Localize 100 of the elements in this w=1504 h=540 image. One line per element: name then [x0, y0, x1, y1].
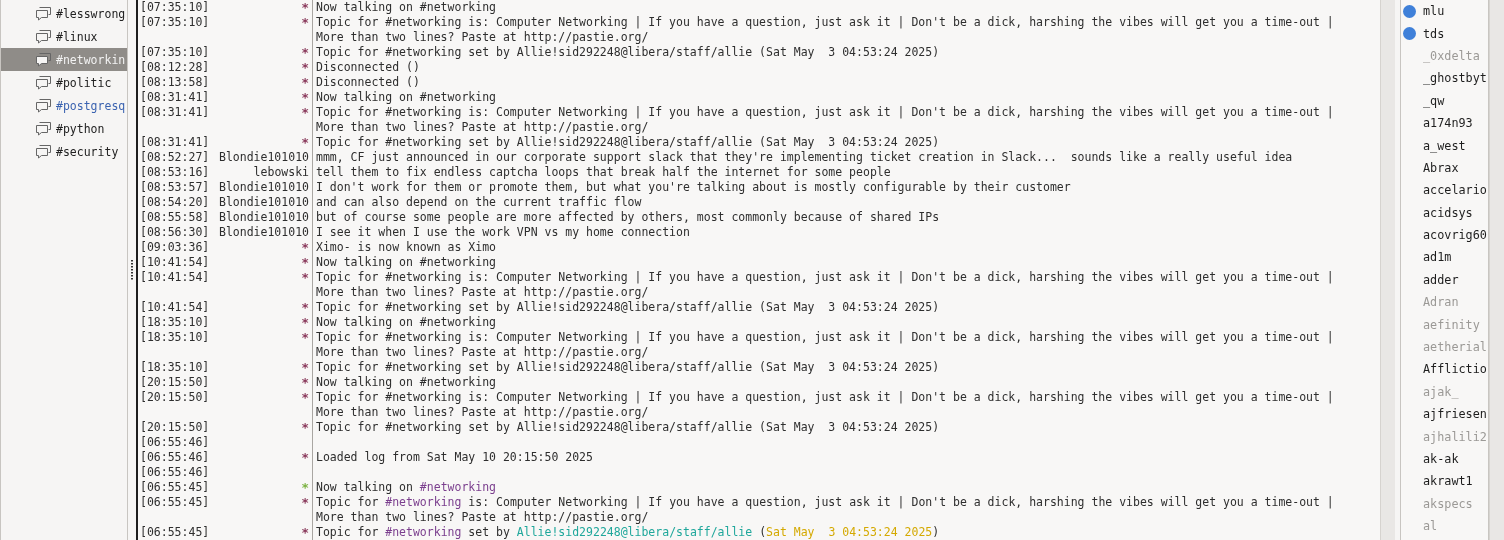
user-item[interactable]: a174n93 [1401, 111, 1488, 135]
nick: * [301, 300, 309, 315]
message-text: tell them to fix endless captcha loops that break half the internet for some people [315, 165, 891, 180]
timestamp: [06:55:45] [140, 495, 210, 511]
user-item[interactable]: acovrig60 [1401, 223, 1488, 247]
user-item[interactable]: akrawt1 [1401, 470, 1488, 493]
chat-bubble-icon [35, 75, 52, 90]
scrollbar[interactable] [1489, 0, 1504, 540]
message-text: Topic for #networking set by Allie!sid292248@libera/staff/allie (Sat May 3 04:53:24 2025) [315, 525, 940, 540]
timestamp: [08:31:41] [140, 135, 210, 150]
channel-item[interactable]: #politic [1, 71, 127, 94]
timestamp: [08:54:20] [140, 195, 210, 210]
channel-item[interactable]: #linux [1, 25, 127, 48]
user-item[interactable]: accelario [1401, 179, 1488, 202]
nick: * [301, 60, 309, 75]
timestamp: [18:35:10] [140, 360, 210, 375]
message-text: Topic for #networking is: Computer Networking | If you have a question, just ask it | Don't be a dick, harshing the vibes will get you a time-out | More than two lines? Paste at http://pastie.org/ [315, 330, 1335, 360]
message-text: Disconnected () [315, 60, 420, 75]
message-text: Topic for #networking set by Allie!sid292248@libera/staff/allie (Sat May 3 04:53:24 2025) [315, 360, 940, 375]
timestamp: [06:55:45] [140, 480, 210, 495]
timestamp: [07:35:10] [140, 15, 210, 31]
timestamp: [08:53:57] [140, 180, 210, 195]
message-text: Topic for #networking is: Computer Networking | If you have a question, just ask it | Don't be a dick, harshing the vibes will get you a time-out | More than two lines? Paste at http://pastie.org/ [315, 15, 1335, 45]
nick: * [301, 315, 309, 330]
nick: * [301, 135, 309, 150]
chat-bubble-icon [35, 98, 52, 113]
user-item[interactable]: adder [1401, 268, 1488, 292]
timestamp: [20:15:50] [140, 390, 210, 406]
message-text: Now talking on #networking [315, 480, 497, 495]
timestamp: [08:31:41] [140, 90, 210, 105]
timestamp: [08:56:30] [140, 225, 210, 240]
user-item[interactable]: _ghostbyt [1401, 67, 1488, 90]
message-text: Now talking on #networking [315, 315, 496, 330]
nick: * [301, 45, 309, 60]
timestamp: [08:13:58] [140, 75, 210, 90]
timestamp: [08:52:27] [140, 150, 210, 165]
nick: * [301, 240, 309, 255]
nick: * [301, 90, 309, 105]
nick: Blondie101010 [219, 150, 309, 165]
message-text: mmm, CF just announced in our corporate support slack that they're implementing ticket creation in Slack... sounds like a really useful idea [315, 150, 1293, 165]
message-text: Ximo- is now known as Ximo [315, 240, 496, 255]
message-text: Loaded log from Sat May 10 20:15:50 2025 [315, 450, 593, 465]
message-text: but of course some people are more affected by others, most commonly because of shared IPs [315, 210, 940, 225]
message-text: Topic for #networking set by Allie!sid292248@libera/staff/allie (Sat May 3 04:53:24 2025) [315, 135, 940, 150]
nick: Blondie101010 [219, 195, 309, 210]
user-item[interactable]: acidsys [1401, 201, 1488, 224]
nick: Blondie101010 [219, 225, 309, 240]
nick: Blondie101010 [219, 210, 309, 225]
nick: * [301, 255, 309, 270]
nick: * [301, 0, 309, 15]
message-text: Topic for #networking is: Computer Networking | If you have a question, just ask it | Don't be a dick, harshing the vibes will get you a time-out | More than two lines? Paste at http://pastie.org/ [315, 105, 1335, 135]
timestamp: [18:35:10] [140, 330, 210, 346]
timestamp: [07:35:10] [140, 45, 210, 60]
user-item[interactable]: ak-ak [1401, 447, 1488, 471]
message-text: Now talking on #networking [315, 0, 496, 15]
channel-item[interactable]: #postgresq [1, 94, 127, 117]
chat-bubble-icon [35, 144, 52, 159]
user-item[interactable]: Abrax [1401, 156, 1488, 180]
nick: * [301, 420, 309, 435]
user-item[interactable]: a_west [1401, 134, 1488, 157]
message-text: Topic for #networking set by Allie!sid292248@libera/staff/allie (Sat May 3 04:53:24 2025) [315, 45, 940, 60]
channel-item[interactable]: #security [1, 140, 127, 163]
message-text: Now talking on #networking [315, 255, 496, 270]
user-item[interactable]: ajfriesen [1401, 403, 1488, 426]
user-item[interactable]: Afflictio [1401, 358, 1488, 381]
user-item[interactable]: mlu [1401, 0, 1488, 23]
user-item[interactable]: tds [1401, 22, 1488, 45]
nick: lebowski [253, 165, 309, 180]
chat-bubble-icon [35, 121, 52, 136]
timestamp: [06:55:46] [140, 465, 210, 480]
timestamp: [08:31:41] [140, 105, 210, 121]
timestamp: [10:41:54] [140, 300, 210, 315]
timestamp: [06:55:46] [140, 435, 210, 450]
nick: * [301, 480, 309, 495]
timestamp: [09:03:36] [140, 240, 210, 255]
nick: * [301, 450, 309, 465]
user-item[interactable]: ad1m [1401, 246, 1488, 269]
user-item[interactable]: _qw [1401, 89, 1488, 112]
scrollbar[interactable] [1380, 0, 1395, 540]
timestamp: [06:55:46] [140, 450, 210, 465]
timestamp: [08:12:28] [140, 60, 210, 75]
timestamp: [07:35:10] [140, 0, 210, 15]
nick: * [301, 375, 309, 390]
chat-bubble-icon [35, 6, 52, 21]
nick: Blondie101010 [219, 180, 309, 195]
channel-item[interactable]: #lesswrong [1, 2, 127, 25]
message-text: I don't work for them or promote them, but what you're talking about is mostly configurable by their customer [315, 180, 1071, 195]
channel-item[interactable]: #python [1, 117, 127, 140]
nick: * [301, 525, 309, 540]
message-text: I see it when I use the work VPN vs my home connection [315, 225, 690, 240]
nick: * [301, 495, 309, 512]
message-text: Topic for #networking is: Computer Networking | If you have a question, just ask it | Don't be a dick, harshing the vibes will get you a time-out | More than two lines? Paste at http://pastie.org/ [315, 390, 1335, 420]
nick: * [301, 360, 309, 375]
timestamp: [06:55:45] [140, 525, 210, 540]
nick: * [301, 75, 309, 90]
message-text: and can also depend on the current traffic flow [315, 195, 642, 210]
timestamp: [20:15:50] [140, 375, 210, 390]
message-text: Topic for #networking set by Allie!sid292248@libera/staff/allie (Sat May 3 04:53:24 2025) [315, 420, 940, 435]
nick: * [301, 330, 309, 347]
nick: * [301, 270, 309, 287]
